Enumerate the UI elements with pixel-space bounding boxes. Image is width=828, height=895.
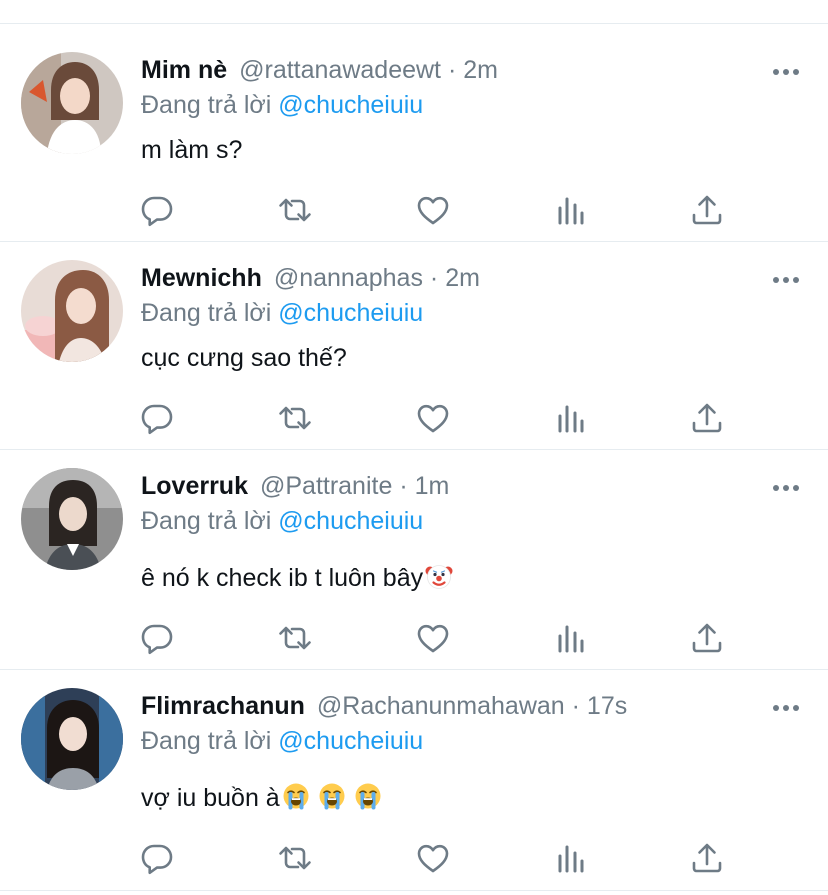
divider (0, 890, 828, 891)
reply-tweet[interactable]: Loverruk @Pattranite · 1m Đang trả lời @c… (0, 450, 828, 670)
loudly-crying-face-emoji (318, 782, 346, 818)
retweet-icon[interactable] (277, 192, 313, 228)
user-handle[interactable]: @nannaphas (274, 264, 423, 292)
share-icon[interactable] (689, 400, 725, 436)
loudly-crying-face-emoji (354, 782, 382, 818)
user-handle[interactable]: @Pattranite (260, 472, 392, 500)
timestamp[interactable]: 17s (587, 692, 627, 720)
tweet-header: Loverruk @Pattranite · 1m (141, 471, 449, 501)
like-icon[interactable] (415, 620, 451, 656)
analytics-icon[interactable] (553, 192, 589, 228)
tweet-text: cục cưng sao thế? (141, 342, 347, 374)
user-handle[interactable]: @Rachanunmahawan (317, 692, 565, 720)
clown-face-emoji (425, 562, 453, 598)
reply-icon[interactable] (139, 620, 175, 656)
reply-tweet[interactable]: Flimrachanun @Rachanunmahawan · 17s Đang … (0, 670, 828, 895)
replying-prefix: Đang trả lời (141, 727, 272, 755)
separator-dot: · (571, 692, 580, 720)
display-name[interactable]: Mewnichh (141, 264, 262, 292)
tweet-header: Mewnichh @nannaphas · 2m (141, 263, 480, 293)
like-icon[interactable] (415, 400, 451, 436)
mention-link[interactable]: @chucheiuiu (278, 299, 423, 327)
display-name[interactable]: Mim nè (141, 56, 227, 84)
reply-icon[interactable] (139, 840, 175, 876)
more-options-icon[interactable] (772, 481, 800, 493)
avatar[interactable] (21, 52, 123, 154)
tweet-text-content: cục cưng sao thế? (141, 344, 347, 372)
analytics-icon[interactable] (553, 620, 589, 656)
user-handle[interactable]: @rattanawadeewt (239, 56, 441, 84)
reply-icon[interactable] (139, 192, 175, 228)
share-icon[interactable] (689, 192, 725, 228)
share-icon[interactable] (689, 620, 725, 656)
action-bar (139, 620, 739, 656)
loudly-crying-face-emoji (282, 782, 310, 818)
mention-link[interactable]: @chucheiuiu (278, 91, 423, 119)
mention-link[interactable]: @chucheiuiu (278, 507, 423, 535)
more-options-icon[interactable] (772, 65, 800, 77)
timestamp[interactable]: 2m (463, 56, 498, 84)
timestamp[interactable]: 1m (415, 472, 450, 500)
tweet-header: Mim nè @rattanawadeewt · 2m (141, 55, 498, 85)
replying-prefix: Đang trả lời (141, 299, 272, 327)
tweet-text-content: m làm s? (141, 136, 243, 164)
action-bar (139, 840, 739, 876)
action-bar (139, 400, 739, 436)
timestamp[interactable]: 2m (445, 264, 480, 292)
tweet-text-content: vợ iu buồn à (141, 784, 280, 812)
reply-tweet[interactable]: Mewnichh @nannaphas · 2m Đang trả lời @ch… (0, 242, 828, 450)
reply-tweet[interactable]: Mim nè @rattanawadeewt · 2m Đang trả lời … (0, 24, 828, 242)
analytics-icon[interactable] (553, 400, 589, 436)
retweet-icon[interactable] (277, 620, 313, 656)
separator-dot: · (447, 56, 457, 84)
retweet-icon[interactable] (277, 400, 313, 436)
tweet-text-content: ê nó k check ib t luôn bây (141, 564, 424, 592)
action-bar (139, 192, 739, 228)
more-options-icon[interactable] (772, 273, 800, 285)
avatar[interactable] (21, 468, 123, 570)
replying-to: Đang trả lời @chucheiuiu (141, 90, 423, 120)
tweet-header: Flimrachanun @Rachanunmahawan · 17s (141, 691, 627, 721)
avatar[interactable] (21, 260, 123, 362)
like-icon[interactable] (415, 840, 451, 876)
like-icon[interactable] (415, 192, 451, 228)
more-options-icon[interactable] (772, 701, 800, 713)
tweet-text: vợ iu buồn à (141, 782, 382, 818)
replying-to: Đang trả lời @chucheiuiu (141, 298, 423, 328)
replying-to: Đang trả lời @chucheiuiu (141, 726, 423, 756)
analytics-icon[interactable] (553, 840, 589, 876)
replying-prefix: Đang trả lời (141, 507, 272, 535)
retweet-icon[interactable] (277, 840, 313, 876)
display-name[interactable]: Flimrachanun (141, 692, 305, 720)
tweet-text: m làm s? (141, 134, 242, 166)
avatar[interactable] (21, 688, 123, 790)
replying-prefix: Đang trả lời (141, 91, 272, 119)
separator-dot: · (429, 264, 439, 292)
replying-to: Đang trả lời @chucheiuiu (141, 506, 423, 536)
reply-icon[interactable] (139, 400, 175, 436)
separator-dot: · (399, 472, 408, 500)
display-name[interactable]: Loverruk (141, 472, 248, 500)
share-icon[interactable] (689, 840, 725, 876)
mention-link[interactable]: @chucheiuiu (278, 727, 423, 755)
tweet-text: ê nó k check ib t luôn bây (141, 562, 453, 598)
